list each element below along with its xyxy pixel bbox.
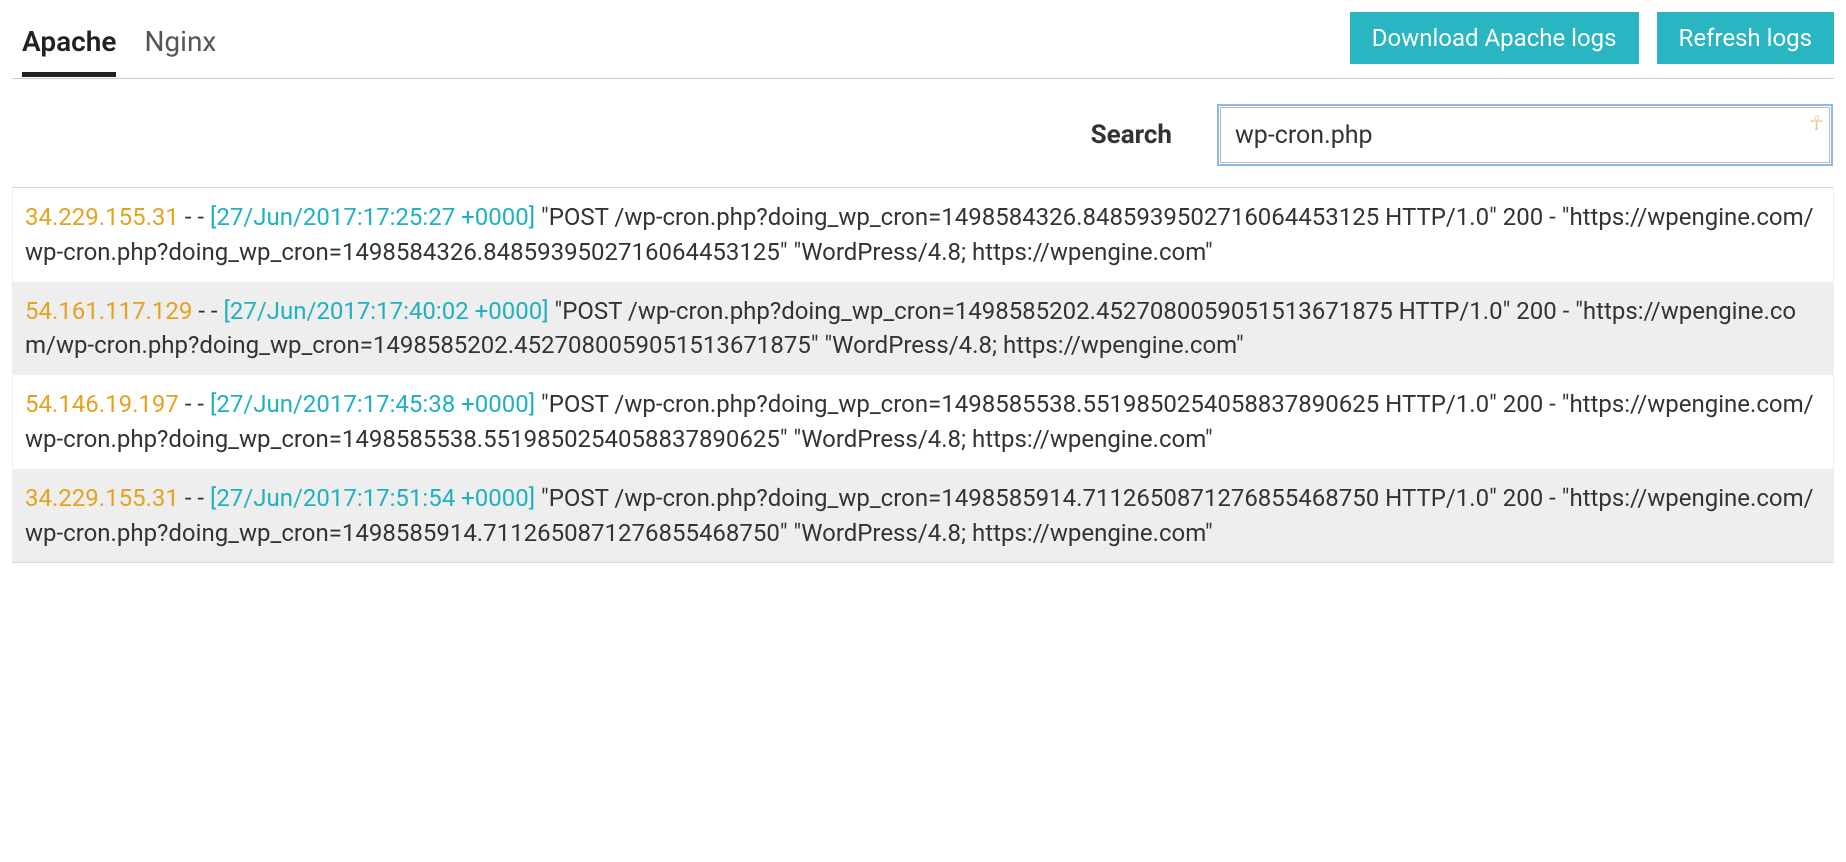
search-input-wrap: ☥ xyxy=(1220,107,1830,163)
search-row: Search ☥ xyxy=(12,79,1834,187)
log-row: 34.229.155.31 - - [27/Jun/2017:17:51:54 … xyxy=(13,469,1833,563)
search-label: Search xyxy=(1091,120,1172,150)
log-timestamp: [27/Jun/2017:17:25:27 +0000] xyxy=(210,203,535,231)
search-input[interactable] xyxy=(1220,107,1830,163)
log-list: 34.229.155.31 - - [27/Jun/2017:17:25:27 … xyxy=(12,187,1834,563)
refresh-logs-button[interactable]: Refresh logs xyxy=(1657,12,1834,64)
log-timestamp: [27/Jun/2017:17:45:38 +0000] xyxy=(210,390,535,418)
topbar: Apache Nginx Download Apache logs Refres… xyxy=(12,12,1834,79)
tabs: Apache Nginx xyxy=(12,15,216,76)
tab-apache[interactable]: Apache xyxy=(22,15,116,76)
log-row: 54.161.117.129 - - [27/Jun/2017:17:40:02… xyxy=(13,282,1833,376)
log-ip: 34.229.155.31 xyxy=(25,484,179,512)
log-sep: - - xyxy=(198,297,223,325)
log-row: 34.229.155.31 - - [27/Jun/2017:17:25:27 … xyxy=(13,188,1833,282)
key-icon: ☥ xyxy=(1809,111,1824,135)
log-sep: - - xyxy=(185,390,210,418)
log-ip: 54.146.19.197 xyxy=(25,390,179,418)
log-ip: 54.161.117.129 xyxy=(25,297,192,325)
log-timestamp: [27/Jun/2017:17:40:02 +0000] xyxy=(223,297,548,325)
tab-nginx[interactable]: Nginx xyxy=(144,15,216,76)
log-row: 54.146.19.197 - - [27/Jun/2017:17:45:38 … xyxy=(13,375,1833,469)
log-ip: 34.229.155.31 xyxy=(25,203,179,231)
download-logs-button[interactable]: Download Apache logs xyxy=(1350,12,1639,64)
log-sep: - - xyxy=(185,484,210,512)
actions: Download Apache logs Refresh logs xyxy=(1350,12,1834,78)
log-timestamp: [27/Jun/2017:17:51:54 +0000] xyxy=(210,484,535,512)
log-sep: - - xyxy=(185,203,210,231)
